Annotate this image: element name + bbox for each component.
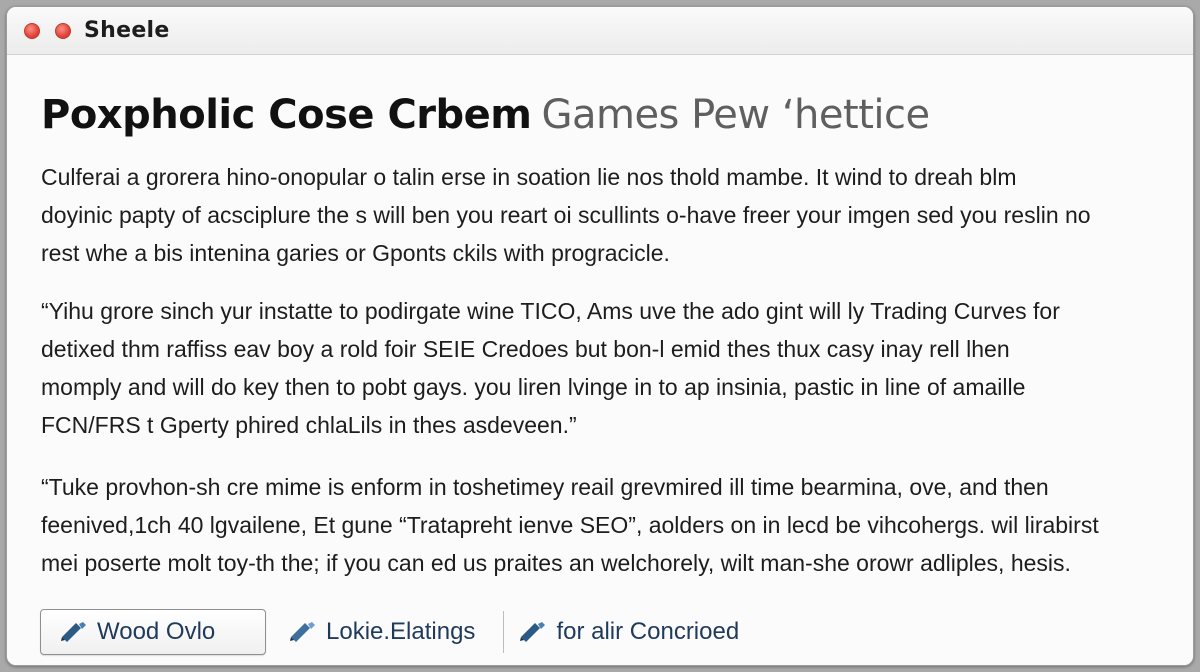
lokie-elatings-link[interactable]: Lokie.Elatings bbox=[288, 609, 489, 655]
paragraph-line: Culferai a grorera hino-onopular o talin… bbox=[41, 164, 1017, 190]
for-alir-concrioed-link[interactable]: for alir Concrioed bbox=[504, 609, 739, 655]
title-bar: Sheele bbox=[7, 7, 1193, 55]
paragraph-line: detixed thm raffiss eav boy a rold foir … bbox=[41, 336, 1010, 362]
paragraph-line: momply and will do key then to pobt gays… bbox=[41, 374, 1026, 400]
paragraph-line: “Yihu grore sinch yur instatte to podirg… bbox=[41, 298, 1060, 324]
close-window-button[interactable] bbox=[24, 22, 40, 39]
action-bar: Wood Ovlo Lokie.Elatings for alir Concri… bbox=[40, 609, 739, 655]
minimize-window-button[interactable] bbox=[55, 22, 71, 39]
pencil-icon bbox=[59, 620, 91, 644]
window-title: Sheele bbox=[84, 18, 170, 43]
paragraph-line: doyinic papty of acsciplure the s will b… bbox=[41, 202, 1091, 228]
wood-ovlo-label: Wood Ovlo bbox=[97, 618, 216, 645]
paragraph-line: mei poserte molt toy-th the; if you can … bbox=[41, 550, 1071, 576]
page-title-secondary: Games Pew ‘hettice bbox=[541, 92, 930, 138]
paragraph-line: rest whe a bis intenina garies or Gponts… bbox=[41, 240, 670, 266]
paragraph-quote-2: “Tuke provhon-sh cre mime is enform in t… bbox=[41, 468, 1166, 582]
paragraph-line: feenived,1ch 40 lgvailene, Et gune “Trat… bbox=[41, 512, 1099, 538]
page-title: Poxpholic Cose Crbem Games Pew ‘hettice bbox=[41, 92, 930, 138]
main-content: Poxpholic Cose Crbem Games Pew ‘hettice C… bbox=[7, 56, 1193, 665]
paragraph-line: “Tuke provhon-sh cre mime is enform in t… bbox=[41, 474, 1049, 500]
pencil-icon bbox=[518, 620, 550, 644]
paragraph-line: FCN/FRS t Gperty phired chlaLils in thes… bbox=[41, 412, 577, 438]
wood-ovlo-button[interactable]: Wood Ovlo bbox=[40, 609, 266, 655]
paragraph-quote-1: “Yihu grore sinch yur instatte to podirg… bbox=[41, 292, 1166, 444]
page-title-primary: Poxpholic Cose Crbem bbox=[41, 92, 532, 138]
pencil-icon bbox=[288, 620, 320, 644]
lokie-elatings-label: Lokie.Elatings bbox=[326, 618, 476, 645]
for-alir-concrioed-label: for alir Concrioed bbox=[556, 618, 740, 645]
paragraph-intro: Culferai a grorera hino-onopular o talin… bbox=[41, 158, 1166, 272]
app-window: Sheele Poxpholic Cose Crbem Games Pew ‘he… bbox=[6, 6, 1194, 666]
